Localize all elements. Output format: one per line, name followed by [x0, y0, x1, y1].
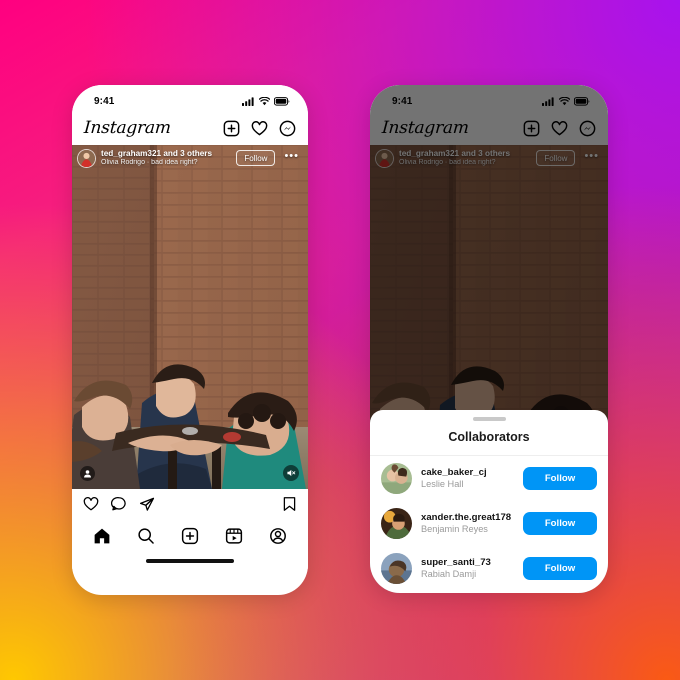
avatar-image: [381, 553, 412, 584]
home-indicator-bar: [146, 559, 234, 563]
post-more-options-button[interactable]: •••: [280, 150, 302, 166]
post-follow-button[interactable]: Follow: [236, 150, 276, 166]
post: ted_graham321 and 3 others Olivia Rodrig…: [72, 145, 308, 519]
avatar-image: [381, 508, 412, 539]
collaborator-fullname: Rabiah Damji: [421, 569, 477, 580]
app-header-right: Instagram: [370, 111, 608, 145]
post-actions: [72, 489, 308, 519]
avatar-image: [78, 149, 95, 167]
instagram-wordmark: Instagram: [83, 118, 172, 138]
list-item[interactable]: cake_baker_cj Leslie Hall Follow: [370, 456, 608, 501]
wifi-icon: [559, 96, 570, 105]
status-bar-time: 9:41: [94, 95, 115, 107]
signal-bars-icon: [542, 96, 554, 106]
status-bar: 9:41: [72, 85, 308, 111]
status-bar-time-right: 9:41: [392, 95, 413, 107]
follow-button[interactable]: Follow: [523, 467, 597, 490]
messenger-icon[interactable]: [279, 120, 296, 137]
follow-button[interactable]: Follow: [523, 557, 597, 580]
create-plus-icon[interactable]: [181, 527, 199, 545]
avatar-image: [381, 463, 412, 494]
battery-icon: [274, 96, 290, 106]
avatar[interactable]: [381, 553, 412, 584]
post-author-avatar[interactable]: [77, 148, 96, 168]
collaborator-username: xander.the.great178: [421, 511, 512, 523]
home-indicator: [72, 553, 308, 569]
collaborators-sheet: Collaborators cake_baker_cj Leslie Hall: [370, 410, 608, 593]
avatar[interactable]: [381, 508, 412, 539]
tab-bar: [72, 519, 308, 553]
post-author-title: ted_graham321 and 3 others: [101, 149, 213, 158]
person-tag-icon[interactable]: [80, 466, 95, 481]
post-author-title: ted_graham321 and 3 others: [399, 149, 511, 158]
search-icon[interactable]: [137, 527, 155, 545]
app-header: Instagram: [72, 111, 308, 145]
collaborator-username: super_santi_73: [421, 556, 491, 568]
wifi-icon: [259, 96, 270, 105]
post-more-options-button[interactable]: •••: [580, 150, 602, 166]
add-post-icon[interactable]: [523, 120, 540, 137]
profile-avatar-icon[interactable]: [269, 527, 287, 545]
mute-glyph: [287, 469, 296, 477]
status-bar-right: 9:41: [370, 85, 608, 111]
messenger-icon[interactable]: [579, 120, 596, 137]
sheet-title: Collaborators: [370, 421, 608, 456]
signal-bars-icon: [242, 96, 254, 106]
home-icon[interactable]: [93, 527, 111, 545]
collaborator-fullname: Leslie Hall: [421, 479, 464, 490]
instagram-wordmark: Instagram: [381, 118, 470, 138]
post-author-avatar[interactable]: [375, 148, 394, 168]
post-author-subtitle: Olivia Rodrigo · bad idea right?: [101, 159, 198, 167]
post-author-subtitle: Olivia Rodrigo · bad idea right?: [399, 159, 496, 167]
post-header-right: ted_graham321 and 3 others Olivia Rodrig…: [370, 145, 608, 171]
audio-muted-icon[interactable]: [283, 465, 299, 481]
follow-button[interactable]: Follow: [523, 512, 597, 535]
battery-icon: [574, 96, 590, 106]
avatar-image: [376, 149, 393, 167]
share-paper-plane-icon[interactable]: [139, 496, 155, 512]
activity-heart-icon[interactable]: [551, 120, 568, 137]
avatar[interactable]: [381, 463, 412, 494]
collaborator-fullname: Benjamin Reyes: [421, 524, 488, 535]
post-photo[interactable]: ted_graham321 and 3 others Olivia Rodrig…: [72, 145, 308, 489]
post-follow-button[interactable]: Follow: [536, 150, 576, 166]
reels-icon[interactable]: [225, 527, 243, 545]
bookmark-icon[interactable]: [282, 496, 297, 512]
heart-icon[interactable]: [83, 496, 99, 512]
photo-illustration: [72, 145, 308, 489]
activity-heart-icon[interactable]: [251, 120, 268, 137]
post-header: ted_graham321 and 3 others Olivia Rodrig…: [72, 145, 308, 171]
list-item[interactable]: super_santi_73 Rabiah Damji Follow: [370, 546, 608, 591]
phone-left: 9:41 Instagram ted_graham321 and 3 other…: [72, 85, 308, 595]
phone-right: 9:41 Instagram ted_graham321 and 3 other…: [370, 85, 608, 593]
gradient-background: 9:41 Instagram ted_graham321 and 3 other…: [0, 0, 680, 680]
add-post-icon[interactable]: [223, 120, 240, 137]
comment-bubble-icon[interactable]: [111, 496, 127, 512]
collaborator-username: cake_baker_cj: [421, 466, 487, 478]
list-item[interactable]: xander.the.great178 Benjamin Reyes Follo…: [370, 501, 608, 546]
person-glyph: [84, 470, 91, 478]
